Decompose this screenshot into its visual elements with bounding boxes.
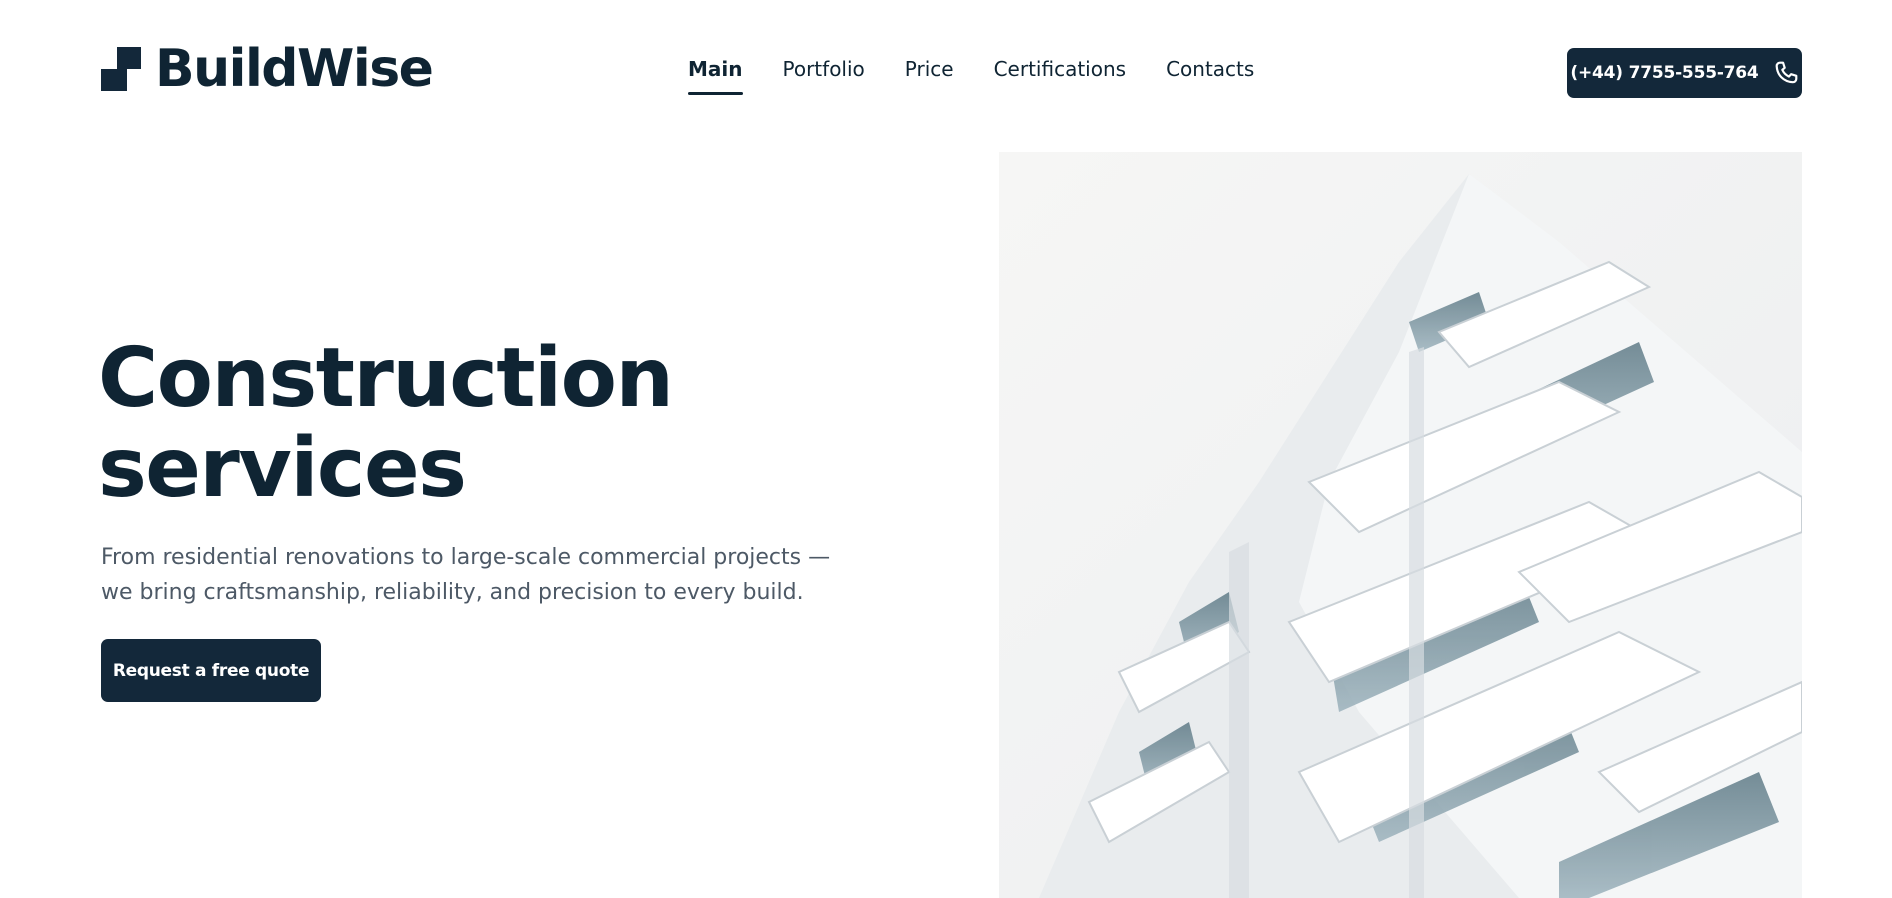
phone-button[interactable]: (+44) 7755-555-764: [1567, 48, 1802, 98]
main-navigation: Main Portfolio Price Certifications Cont…: [688, 57, 1254, 97]
phone-icon: [1773, 60, 1799, 86]
nav-item-main[interactable]: Main: [688, 57, 743, 97]
nav-item-price[interactable]: Price: [905, 57, 954, 97]
nav-item-portfolio[interactable]: Portfolio: [783, 57, 865, 97]
brand-name: BuildWise: [155, 39, 434, 99]
hero-subtitle-line-1: From residential renovations to large-sc…: [101, 545, 831, 570]
hero-title-line-1: Construction: [98, 331, 674, 426]
logo-mark-icon: [101, 47, 141, 91]
phone-number: (+44) 7755-555-764: [1570, 63, 1759, 83]
hero-title: Construction services: [98, 334, 798, 514]
hero-subtitle: From residential renovations to large-sc…: [101, 540, 831, 610]
nav-item-contacts[interactable]: Contacts: [1166, 57, 1254, 97]
site-header: BuildWise Main Portfolio Price Certifica…: [0, 0, 1892, 146]
brand-logo[interactable]: BuildWise: [101, 39, 434, 99]
hero-subtitle-line-2: we bring craftsmanship, reliability, and…: [101, 580, 804, 605]
hero-building-image: [999, 152, 1802, 898]
request-quote-button[interactable]: Request a free quote: [101, 639, 321, 702]
request-quote-label: Request a free quote: [112, 660, 310, 681]
hero-title-line-2: services: [98, 421, 467, 516]
nav-item-certifications[interactable]: Certifications: [994, 57, 1126, 97]
